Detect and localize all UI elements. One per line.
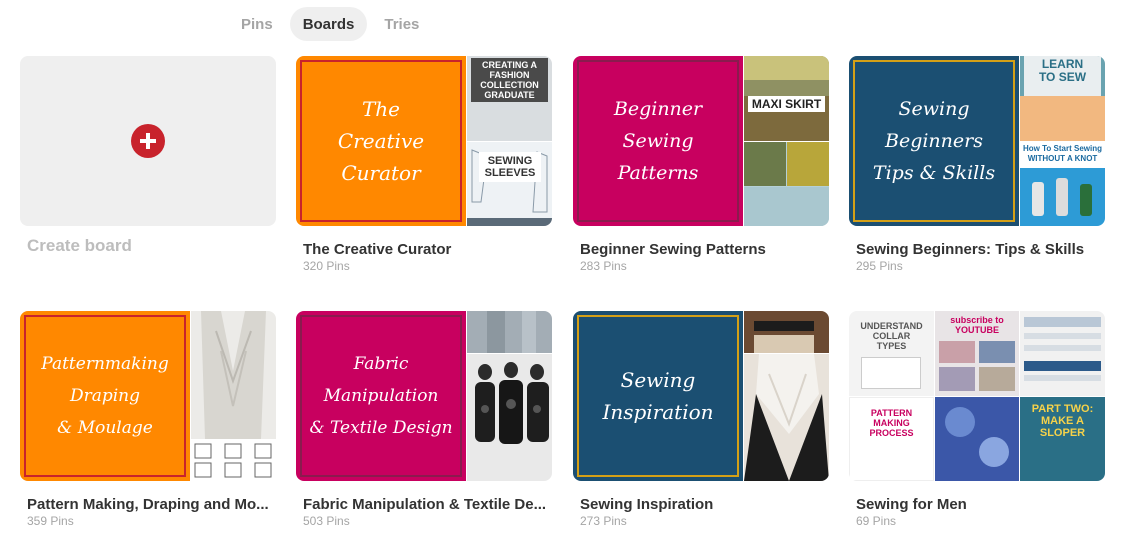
- pin-thumbnail: MAXI SKIRT: [744, 56, 829, 141]
- board-cover-text: Sewing Inspiration: [602, 368, 714, 424]
- board-cover-text: Beginner Sewing Patterns: [613, 98, 703, 184]
- profile-tabs: Pins Boards Tries: [228, 7, 432, 41]
- board-title[interactable]: The Creative Curator: [303, 241, 548, 258]
- board-cover[interactable]: Sewing Inspiration: [573, 311, 829, 481]
- board-title[interactable]: Sewing Beginners: Tips & Skills: [856, 241, 1101, 258]
- board-pin-count: 320 Pins: [303, 259, 350, 273]
- board-pin-count: 359 Pins: [27, 514, 74, 528]
- tab-tries[interactable]: Tries: [371, 7, 432, 41]
- pin-thumbnail: PART TWO: MAKE A SLOPER: [1020, 397, 1105, 481]
- pin-thumbnail: LEARN TO SEW: [1020, 56, 1105, 141]
- board-cover-main: Sewing Beginners Tips & Skills: [849, 56, 1019, 226]
- pin-thumbnail: [467, 354, 552, 481]
- board-card[interactable]: Beginner Sewing Patterns MAXI SKIRT Begi…: [573, 56, 829, 273]
- pin-thumbnail: [935, 397, 1019, 481]
- create-board-button[interactable]: [20, 56, 276, 226]
- pin-thumbnail: [191, 311, 276, 439]
- board-cover-main: Patternmaking Draping & Moulage: [20, 311, 190, 481]
- board-pin-count: 273 Pins: [580, 514, 627, 528]
- board-cover[interactable]: UNDERSTAND COLLAR TYPES PATTERN MAKING P…: [849, 311, 1105, 481]
- board-cover-text: The Creative Curator: [337, 97, 425, 185]
- pin-thumbnail: [467, 311, 552, 353]
- board-card[interactable]: Sewing Beginners Tips & Skills LEARN TO …: [849, 56, 1105, 273]
- board-cover[interactable]: Fabric Manipulation & Textile Design: [296, 311, 552, 481]
- pin-thumbnail: [744, 142, 829, 226]
- pin-thumbnail: [1020, 311, 1105, 396]
- board-title[interactable]: Fabric Manipulation & Textile De...: [303, 496, 548, 513]
- tab-pins[interactable]: Pins: [228, 7, 286, 41]
- board-card[interactable]: Fabric Manipulation & Textile Design Fab…: [296, 311, 552, 528]
- pin-thumbnail: [744, 311, 829, 353]
- board-cover[interactable]: Beginner Sewing Patterns MAXI SKIRT: [573, 56, 829, 226]
- tab-boards[interactable]: Boards: [289, 7, 368, 41]
- board-card[interactable]: UNDERSTAND COLLAR TYPES PATTERN MAKING P…: [849, 311, 1105, 528]
- pin-thumbnail: SEWING SLEEVES: [467, 142, 552, 226]
- board-cover-main: Sewing Inspiration: [573, 311, 743, 481]
- board-cover-main: Fabric Manipulation & Textile Design: [296, 311, 466, 481]
- board-title[interactable]: Sewing Inspiration: [580, 496, 825, 513]
- create-board-label[interactable]: Create board: [27, 236, 132, 256]
- pin-thumbnail: [191, 440, 276, 481]
- board-cover[interactable]: Patternmaking Draping & Moulage: [20, 311, 276, 481]
- pin-thumbnail: CREATING A FASHION COLLECTION GRADUATE: [467, 56, 552, 141]
- board-title[interactable]: Beginner Sewing Patterns: [580, 241, 825, 258]
- board-cover[interactable]: Sewing Beginners Tips & Skills LEARN TO …: [849, 56, 1105, 226]
- board-cover-main: The Creative Curator: [296, 56, 466, 226]
- pin-thumbnail: PATTERN MAKING PROCESS: [849, 397, 934, 481]
- board-pin-count: 503 Pins: [303, 514, 350, 528]
- board-title[interactable]: Sewing for Men: [856, 496, 1101, 513]
- board-title[interactable]: Pattern Making, Draping and Mo...: [27, 496, 272, 513]
- pin-thumbnail: subscribe to YOUTUBE: [935, 311, 1019, 396]
- board-card[interactable]: The Creative Curator CREATING A FASHION …: [296, 56, 552, 273]
- board-cover-text: Sewing Beginners Tips & Skills: [872, 98, 996, 184]
- board-cover-main: Beginner Sewing Patterns: [573, 56, 743, 226]
- board-card[interactable]: Sewing Inspiration Sewing Inspiration 27…: [573, 311, 829, 528]
- pin-thumbnail: UNDERSTAND COLLAR TYPES: [849, 311, 934, 396]
- board-cover[interactable]: The Creative Curator CREATING A FASHION …: [296, 56, 552, 226]
- add-circle-icon: [131, 124, 165, 158]
- board-cover-text: Patternmaking Draping & Moulage: [41, 354, 169, 438]
- board-pin-count: 295 Pins: [856, 259, 903, 273]
- board-card[interactable]: Patternmaking Draping & Moulage Pattern …: [20, 311, 276, 528]
- board-pin-count: 69 Pins: [856, 514, 897, 528]
- board-cover-text: Fabric Manipulation & Textile Design: [309, 354, 453, 438]
- board-pin-count: 283 Pins: [580, 259, 627, 273]
- pin-thumbnail: [744, 354, 829, 481]
- pin-thumbnail: How To Start Sewing WITHOUT A KNOT: [1020, 142, 1105, 226]
